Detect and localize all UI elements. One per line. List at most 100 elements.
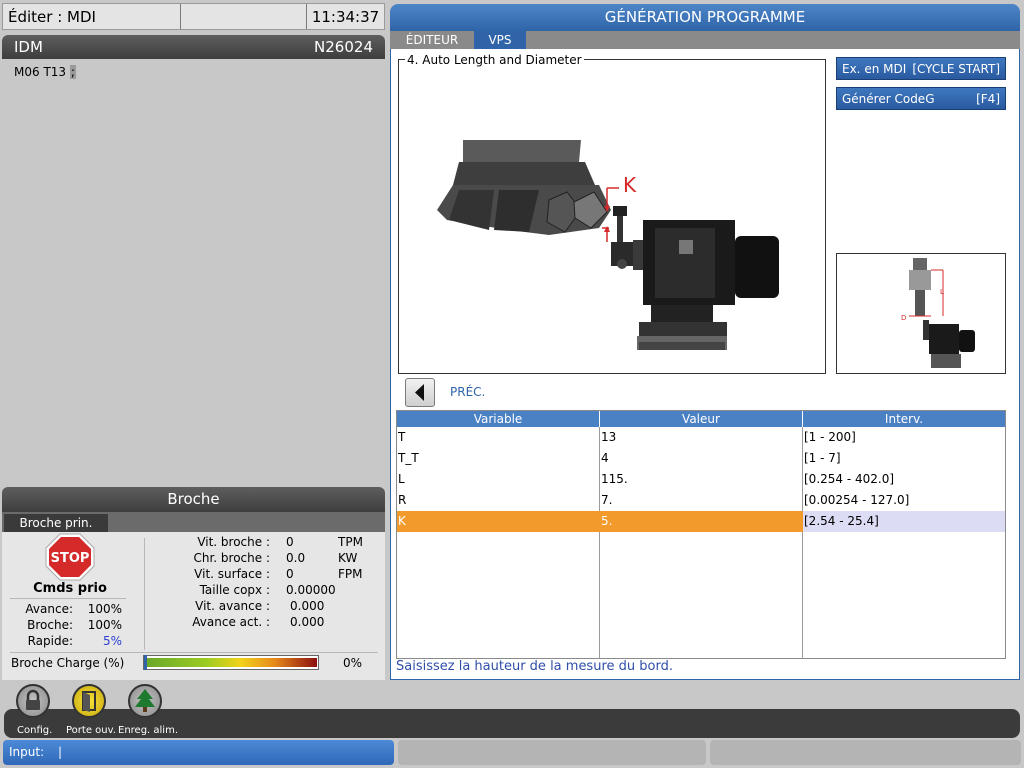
cell-variable: R xyxy=(398,493,407,507)
panel-tabs: ÉDITEUR VPS xyxy=(390,31,1020,49)
spindle-speed-value: 0 xyxy=(286,535,294,549)
input-bar[interactable]: Input: | xyxy=(3,740,394,765)
cell-range: [1 - 7] xyxy=(804,451,841,465)
override-rapid-value: 5% xyxy=(102,634,122,648)
column-header-range: Interv. xyxy=(884,412,924,426)
column-header-value: Valeur xyxy=(600,411,803,427)
feed-rate-value: 0.000 xyxy=(290,599,325,613)
stop-icon: STOP xyxy=(45,533,95,581)
cell-variable: T xyxy=(398,430,406,444)
spindle-load-label: Broche Charge (%) xyxy=(11,656,125,670)
cell-variable: T_T xyxy=(398,451,419,465)
cell-value: 4 xyxy=(601,451,609,465)
previous-label: PRÉC. xyxy=(450,385,486,399)
override-feed-value: 100% xyxy=(87,602,122,616)
cell-value: 13 xyxy=(601,430,617,444)
chip-load-label: Taille copx : xyxy=(199,583,270,597)
clock: 11:34:37 xyxy=(311,7,380,26)
table-row[interactable]: T 13 [1 - 200] xyxy=(397,427,1005,448)
surface-speed-label: Vit. surface : xyxy=(194,567,270,581)
table-row-selected[interactable]: K 5. [2.54 - 25.4] xyxy=(397,511,1005,532)
spindle-load-indicator xyxy=(144,655,147,670)
thumb-d-label: D xyxy=(901,314,906,322)
input-hint: Saisissez la hauteur de la mesure du bor… xyxy=(396,659,673,674)
spindle-load-bar xyxy=(143,655,319,670)
lock-icon[interactable] xyxy=(16,684,50,718)
code-text: M06 T13 xyxy=(14,65,67,79)
spindle-speed-label: Vit. broche : xyxy=(197,535,270,549)
mode-label: Éditer : MDI xyxy=(3,4,181,29)
status-segment-2 xyxy=(710,740,1021,765)
previous-button[interactable] xyxy=(405,378,435,407)
cell-value: 115. xyxy=(601,472,628,486)
run-in-mdi-key: [CYCLE START] xyxy=(912,61,1000,76)
spindle-power-label: Chr. broche : xyxy=(193,551,270,565)
k-label: K xyxy=(623,173,637,197)
input-label: Input: xyxy=(9,745,45,759)
table-row[interactable]: R 7. [0.00254 - 127.0] xyxy=(397,490,1005,511)
program-number: N26024 xyxy=(314,38,373,56)
column-header-variable: Variable xyxy=(397,411,600,427)
tab-main-spindle[interactable]: Broche prin. xyxy=(4,514,108,532)
feed-rate-label: Vit. avance : xyxy=(195,599,270,613)
actual-feed-label: Avance act. : xyxy=(192,615,270,629)
override-spindle-label: Broche: xyxy=(27,618,73,632)
panel-title: GÉNÉRATION PROGRAMME xyxy=(390,4,1020,31)
surface-speed-unit: FPM xyxy=(338,567,363,581)
override-feed-label: Avance: xyxy=(25,602,73,616)
template-figure: 4. Auto Length and Diameter K xyxy=(398,53,826,374)
tab-editor[interactable]: ÉDITEUR xyxy=(396,32,468,49)
spindle-tabs: Broche prin. xyxy=(2,512,385,532)
status-segment-1 xyxy=(398,740,706,765)
cell-range: [2.54 - 25.4] xyxy=(803,511,1005,532)
door-icon[interactable] xyxy=(72,684,106,718)
thumbnail-figure: L D xyxy=(836,253,1006,374)
thumb-l-label: L xyxy=(940,288,944,296)
run-in-mdi-button[interactable]: Ex. en MDI [CYCLE START] xyxy=(836,57,1006,80)
override-spindle-value: 100% xyxy=(87,618,122,632)
spindle-load-value: 0% xyxy=(343,656,363,670)
variables-table: Variable Valeur Interv. T 13 [1 - 200] T… xyxy=(396,410,1006,659)
generate-gcode-label: Générer CodeG xyxy=(842,91,935,106)
override-title: Cmds prio xyxy=(33,581,107,596)
text-cursor: ; xyxy=(69,65,76,79)
override-rapid-label: Rapide: xyxy=(27,634,73,648)
spindle-panel: STOP Cmds prio Avance: 100% Broche: 100%… xyxy=(2,532,385,680)
cell-range: [0.254 - 402.0] xyxy=(804,472,895,486)
title-bar: Éditer : MDI 11:34:37 xyxy=(2,3,385,30)
cell-variable: K xyxy=(397,511,600,532)
cell-value[interactable]: 5. xyxy=(600,511,803,532)
chip-load-value: 0.00000 xyxy=(286,583,336,597)
generate-gcode-key: [F4] xyxy=(976,91,1000,106)
stop-label: STOP xyxy=(51,551,90,566)
cell-range: [1 - 200] xyxy=(804,430,856,444)
idm-header: IDM N26024 xyxy=(2,35,385,59)
cell-variable: L xyxy=(398,472,405,486)
code-line[interactable]: M06 T13 ; xyxy=(14,65,76,79)
actual-feed-value: 0.000 xyxy=(290,615,325,629)
config-label: Config. xyxy=(17,725,53,736)
probe-illustration: K xyxy=(437,140,779,350)
spindle-power-unit: KW xyxy=(338,551,358,565)
table-row[interactable]: L 115. [0.254 - 402.0] xyxy=(397,469,1005,490)
spindle-power-value: 0.0 xyxy=(286,551,306,565)
cell-range: [0.00254 - 127.0] xyxy=(804,493,910,507)
vps-panel: 4. Auto Length and Diameter K Ex. en MDI… xyxy=(390,49,1020,680)
door-open-label: Porte ouv. xyxy=(66,725,116,736)
idm-title: IDM xyxy=(14,38,43,56)
figure-title: 4. Auto Length and Diameter xyxy=(405,53,584,67)
status-icon-bar: Config. Porte ouv. Enreg. alim. xyxy=(4,680,1020,738)
input-field[interactable]: | xyxy=(58,745,62,759)
triangle-left-icon xyxy=(415,384,424,401)
spindle-panel-title: Broche xyxy=(2,487,385,512)
table-row[interactable]: T_T 4 [1 - 7] xyxy=(397,448,1005,469)
run-in-mdi-label: Ex. en MDI xyxy=(842,61,907,76)
power-save-label: Enreg. alim. xyxy=(118,725,179,736)
mdi-editor[interactable]: M06 T13 ; xyxy=(2,59,385,481)
generate-gcode-button[interactable]: Générer CodeG [F4] xyxy=(836,87,1006,110)
surface-speed-value: 0 xyxy=(286,567,294,581)
spindle-speed-unit: TPM xyxy=(338,535,363,549)
table-header: Variable Valeur Interv. xyxy=(397,411,1005,427)
tree-icon[interactable] xyxy=(128,684,162,718)
tab-vps[interactable]: VPS xyxy=(474,31,526,49)
